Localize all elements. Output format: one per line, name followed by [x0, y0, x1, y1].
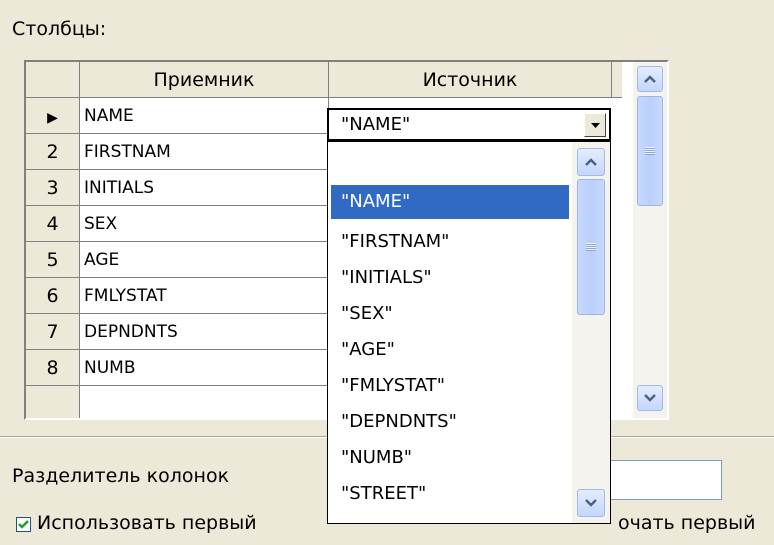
- destination-cell[interactable]: INITIALS: [80, 170, 329, 206]
- caret-down-icon: [590, 122, 600, 128]
- row-header[interactable]: 4: [26, 206, 80, 242]
- row-header-current[interactable]: ▶: [26, 98, 80, 134]
- grid-scroll-up-button[interactable]: [637, 66, 663, 92]
- dropdown-vertical-scrollbar[interactable]: [572, 142, 610, 523]
- destination-cell[interactable]: AGE: [80, 242, 329, 278]
- dropdown-option-selected[interactable]: "NAME": [331, 185, 569, 219]
- source-dropdown-list[interactable]: "NAME" "FIRSTNAM" "INITIALS" "SEX" "AGE"…: [327, 141, 611, 524]
- chevron-down-icon: [644, 394, 656, 402]
- row-header[interactable]: [26, 386, 80, 418]
- row-header[interactable]: 6: [26, 278, 80, 314]
- right-option-label: очать первый: [618, 512, 756, 534]
- row-header[interactable]: 7: [26, 314, 80, 350]
- chevron-down-icon: [585, 499, 597, 507]
- dropdown-option[interactable]: "AGE": [331, 333, 569, 367]
- column-header-source[interactable]: Источник: [329, 62, 612, 98]
- destination-cell[interactable]: NAME: [80, 98, 329, 134]
- source-combobox-dropdown-button[interactable]: [584, 113, 606, 137]
- row-header[interactable]: 3: [26, 170, 80, 206]
- dropdown-scroll-down-button[interactable]: [577, 489, 605, 517]
- column-header-destination[interactable]: Приемник: [80, 62, 329, 98]
- dropdown-scroll-thumb[interactable]: [577, 179, 605, 315]
- destination-cell[interactable]: [80, 386, 329, 418]
- column-separator-label: Разделитель колонок: [12, 465, 230, 487]
- row-header[interactable]: 5: [26, 242, 80, 278]
- grid-scroll-down-button[interactable]: [637, 385, 663, 411]
- dropdown-option[interactable]: "FIRSTNAM": [331, 225, 569, 259]
- grid-corner-header: [26, 62, 80, 98]
- row-header[interactable]: 8: [26, 350, 80, 386]
- chevron-up-icon: [585, 158, 597, 166]
- destination-cell[interactable]: DEPNDNTS: [80, 314, 329, 350]
- row-header[interactable]: 2: [26, 134, 80, 170]
- use-first-row-label: Использовать первый: [37, 512, 257, 534]
- destination-cell[interactable]: SEX: [80, 206, 329, 242]
- dropdown-scroll-up-button[interactable]: [577, 148, 605, 176]
- dropdown-option[interactable]: [331, 146, 569, 180]
- grid-header-filler: [612, 62, 622, 98]
- dropdown-option[interactable]: "NUMB": [331, 441, 569, 475]
- dropdown-option[interactable]: "INITIALS": [331, 261, 569, 295]
- use-first-row-checkbox[interactable]: [16, 517, 31, 532]
- current-row-marker-icon: ▶: [47, 110, 58, 126]
- columns-label: Столбцы:: [12, 18, 107, 40]
- dropdown-option[interactable]: "DEPNDNTS": [331, 405, 569, 439]
- destination-cell[interactable]: FMLYSTAT: [80, 278, 329, 314]
- dropdown-option[interactable]: "STREET": [331, 477, 569, 511]
- grid-vertical-scrollbar[interactable]: [633, 62, 667, 418]
- source-combobox-value: "NAME": [341, 114, 411, 135]
- source-combobox[interactable]: "NAME": [327, 108, 611, 141]
- dropdown-option[interactable]: "SEX": [331, 297, 569, 331]
- destination-cell[interactable]: NUMB: [80, 350, 329, 386]
- dropdown-option[interactable]: "FMLYSTAT": [331, 369, 569, 403]
- chevron-up-icon: [644, 75, 656, 83]
- destination-cell[interactable]: FIRSTNAM: [80, 134, 329, 170]
- column-separator-input[interactable]: [596, 460, 722, 500]
- grid-scroll-thumb[interactable]: [637, 96, 663, 206]
- checkmark-icon: [18, 520, 29, 529]
